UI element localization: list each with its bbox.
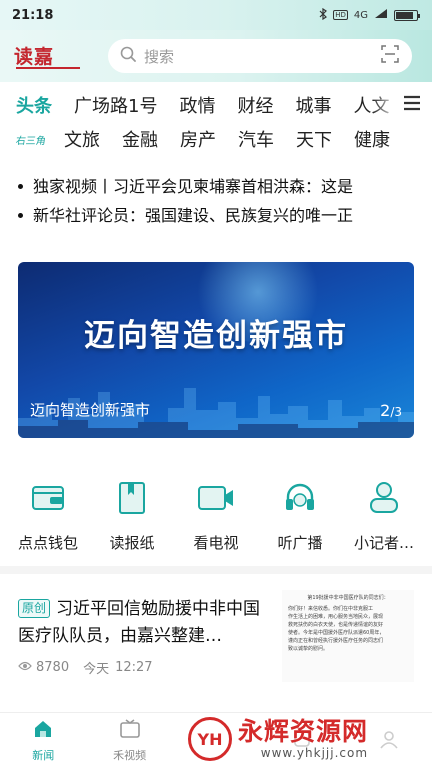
tab-special-logo[interactable]: 右三角 <box>15 132 47 147</box>
newspaper-icon <box>112 478 152 518</box>
watermark: YH 永辉资源网 www.yhkjjj.com <box>188 716 428 762</box>
tab-realestate[interactable]: 房产 <box>180 126 216 152</box>
bullet-icon <box>18 183 23 189</box>
headline-text: 新华社评论员：强国建设、民族复兴的唯一正 <box>33 206 354 225</box>
quick-link-tv[interactable]: 看电视 <box>175 478 257 553</box>
thumb-line: 使者。今年是中国援外医疗队派遣60周年， <box>288 630 385 636</box>
bluetooth-icon <box>319 7 328 23</box>
nav-news[interactable]: 新闻 <box>0 713 86 768</box>
article-date: 今天 <box>83 662 110 677</box>
tabs-fade <box>372 88 398 122</box>
tab-auto[interactable]: 汽车 <box>238 126 274 152</box>
channel-tabs-row2: 右三角 文旅 金融 房产 汽车 天下 健康 <box>0 122 432 156</box>
hd-badge: HD <box>333 10 348 20</box>
article-meta: 8780 今天 12:27 <box>18 658 167 677</box>
tab-city[interactable]: 城事 <box>295 92 331 118</box>
thumb-line: 作生活上的困难，用心服务当地民众，展现 <box>288 614 384 620</box>
tab-headline[interactable]: 头条 <box>16 92 52 118</box>
quick-link-reporter[interactable]: 小记者… <box>343 478 425 553</box>
quick-link-wallet[interactable]: 点点钱包 <box>7 478 89 553</box>
article-thumbnail: 第19批援中非中国医疗队的同志们： 你们好！来信收悉。你们在中非克服工 作生活上… <box>282 590 414 682</box>
thumb-line: 谨向正在和曾经执行援外医疗任务的同志们 <box>288 638 384 644</box>
tab-health[interactable]: 健康 <box>354 126 390 152</box>
bullet-icon <box>18 212 23 218</box>
nav-label: 禾视频 <box>113 749 147 762</box>
headline-item[interactable]: 新华社评论员：强国建设、民族复兴的唯一正 <box>18 201 432 230</box>
tab-politics[interactable]: 政情 <box>179 92 215 118</box>
article-card[interactable]: 原创 习近平回信勉励援中非中国医疗队队员，由嘉兴整建… 8780 今天 12:27… <box>18 590 414 682</box>
banner-page-indicator: 2/3 <box>380 401 402 420</box>
wallet-icon <box>28 478 68 518</box>
quick-link-newspaper[interactable]: 读报纸 <box>91 478 173 553</box>
watermark-logo: YH <box>188 717 232 761</box>
scan-icon[interactable] <box>380 44 400 68</box>
app-header: 读嘉 搜索 <box>0 30 432 82</box>
watermark-title: 永辉资源网 <box>238 717 369 746</box>
watermark-url: www.yhkjjj.com <box>260 746 369 760</box>
app-logo[interactable]: 读嘉 <box>14 42 86 70</box>
headphones-icon <box>280 478 320 518</box>
thumb-line: 第19批援中非中国医疗队的同志们： <box>307 595 389 601</box>
article-title-text: 习近平回信勉励援中非中国医疗队队员，由嘉兴整建… <box>18 599 261 646</box>
quick-link-label: 读报纸 <box>109 534 155 552</box>
section-divider <box>0 566 432 574</box>
views-icon <box>18 660 32 675</box>
article-time: 12:27 <box>115 660 153 675</box>
quick-links: 点点钱包 读报纸 看电视 听广播 小记者… <box>0 478 432 553</box>
status-time: 21:18 <box>12 7 54 23</box>
banner-carousel[interactable]: 迈向智造创新强市 迈向智造创新强市 2/3 <box>18 262 414 438</box>
tab-travel[interactable]: 文旅 <box>64 126 100 152</box>
battery-icon <box>394 9 420 21</box>
nav-label: 新闻 <box>32 749 55 762</box>
video-icon <box>119 718 141 744</box>
tab-world[interactable]: 天下 <box>296 126 332 152</box>
channel-menu-button[interactable] <box>398 92 426 118</box>
reporter-icon <box>364 478 404 518</box>
view-count: 8780 <box>36 660 70 675</box>
search-bar[interactable]: 搜索 <box>108 39 412 73</box>
banner-caption: 迈向智造创新强市 <box>30 401 151 419</box>
tab-guangchang[interactable]: 广场路1号 <box>74 92 157 118</box>
tab-finance[interactable]: 财经 <box>237 92 273 118</box>
logo-text: 读嘉 <box>14 46 55 68</box>
headline-text: 独家视频丨习近平会见柬埔寨首相洪森：这是 <box>33 177 354 196</box>
tv-camera-icon <box>196 478 236 518</box>
banner-title: 迈向智造创新强市 <box>84 318 348 354</box>
nav-video[interactable]: 禾视频 <box>86 713 172 768</box>
logo-underline <box>16 67 80 69</box>
thumb-line: 你们好！来信收悉。你们在中非克服工 <box>288 606 374 612</box>
quick-link-label: 小记者… <box>353 534 414 552</box>
quick-link-label: 看电视 <box>193 534 239 552</box>
banner-page-total: /3 <box>390 405 402 419</box>
quick-link-radio[interactable]: 听广播 <box>259 478 341 553</box>
article-title: 原创 习近平回信勉励援中非中国医疗队队员，由嘉兴整建… <box>18 596 272 650</box>
search-icon <box>120 46 136 66</box>
banner-page-current: 2 <box>380 401 391 420</box>
status-icons: HD 4G <box>319 7 420 23</box>
headline-list: 独家视频丨习近平会见柬埔寨首相洪森：这是 新华社评论员：强国建设、民族复兴的唯一… <box>18 172 432 230</box>
watermark-text: 永辉资源网 www.yhkjjj.com <box>238 717 369 761</box>
headline-item[interactable]: 独家视频丨习近平会见柬埔寨首相洪森：这是 <box>18 172 432 201</box>
channel-tabs-row1: 头条 广场路1号 政情 财经 城事 人文 <box>0 88 432 122</box>
app-screen: 21:18 HD 4G 读嘉 搜索 头条 广场路1号 政情 财经 城事 右三角 … <box>0 0 432 768</box>
quick-link-label: 点点钱包 <box>17 534 78 552</box>
status-bar: 21:18 HD 4G <box>0 0 432 30</box>
home-icon <box>32 718 54 744</box>
tab-banking[interactable]: 金融 <box>122 126 158 152</box>
original-badge: 原创 <box>18 599 51 618</box>
thumb-line: 救死扶伤的白衣天使，也是传递情谊的友好 <box>288 622 384 628</box>
signal-icon <box>374 8 388 22</box>
search-placeholder: 搜索 <box>144 47 175 66</box>
quick-link-label: 听广播 <box>277 534 323 552</box>
menu-icon <box>403 95 421 115</box>
thumb-line: 致以诚挚的慰问。 <box>288 646 329 652</box>
network-label: 4G <box>353 9 368 21</box>
